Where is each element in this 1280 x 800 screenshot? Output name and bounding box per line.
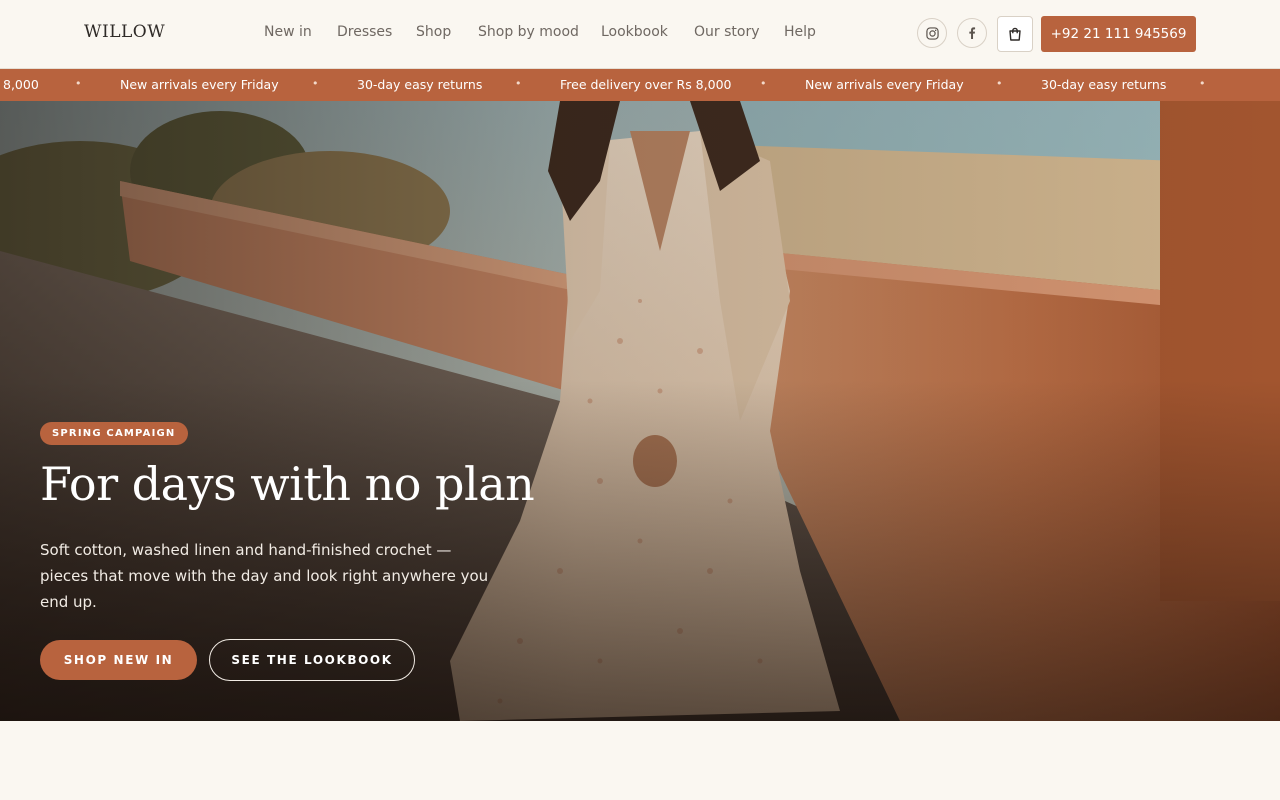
ticker-item: 8,000 (3, 77, 39, 92)
nav-item-new-in[interactable]: New in (264, 24, 312, 40)
ticker-item: Free delivery over Rs 8,000 (560, 77, 732, 92)
brand-logo[interactable]: WILLOW (84, 22, 165, 42)
campaign-badge: SPRING CAMPAIGN (40, 422, 188, 445)
announcement-ticker: 8,000 • New arrivals every Friday • 30-d… (0, 69, 1280, 101)
hero-title: For days with no plan (40, 457, 535, 511)
hero-subtitle: Soft cotton, washed linen and hand-finis… (40, 541, 489, 611)
ticker-separator: • (996, 77, 1003, 90)
shopping-bag-icon (1009, 27, 1021, 41)
nav-item-shop-by-mood[interactable]: Shop by mood (478, 24, 579, 40)
hero-banner: SPRING CAMPAIGN For days with no plan So… (0, 101, 1280, 721)
nav-item-lookbook[interactable]: Lookbook (601, 24, 668, 40)
ticker-item: 30-day easy returns (1041, 77, 1167, 92)
nav-item-dresses[interactable]: Dresses (337, 24, 392, 40)
cart-button[interactable] (997, 16, 1033, 52)
ticker-separator: • (760, 77, 767, 90)
instagram-button[interactable] (917, 18, 947, 48)
facebook-button[interactable] (957, 18, 987, 48)
ticker-separator: • (1199, 77, 1206, 90)
ticker-separator: • (312, 77, 319, 90)
ticker-item: New arrivals every Friday (120, 77, 279, 92)
nav-item-our-story[interactable]: Our story (694, 24, 760, 40)
site-header: WILLOW New in Dresses Shop Shop by mood … (0, 0, 1280, 69)
ticker-item: 30-day easy returns (357, 77, 483, 92)
ticker-item: New arrivals every Friday (805, 77, 964, 92)
instagram-icon (925, 26, 939, 40)
ticker-separator: • (515, 77, 522, 90)
nav-item-shop[interactable]: Shop (416, 24, 451, 40)
see-lookbook-button[interactable]: SEE THE LOOKBOOK (209, 639, 415, 681)
shop-new-in-button[interactable]: SHOP NEW IN (40, 640, 197, 680)
ticker-separator: • (75, 77, 82, 90)
phone-button[interactable]: +92 21 111 945569 (1041, 16, 1196, 52)
facebook-icon (969, 27, 976, 39)
hero-photo (0, 101, 1280, 721)
nav-item-help[interactable]: Help (784, 24, 816, 40)
